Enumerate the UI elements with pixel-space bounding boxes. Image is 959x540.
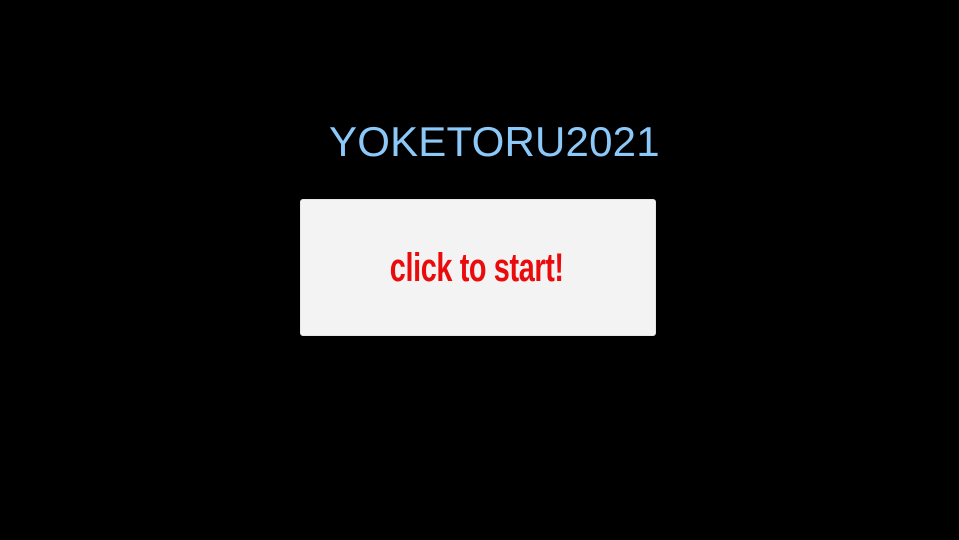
start-button[interactable]: click to start! bbox=[300, 199, 656, 336]
game-screen: YOKETORU2021 click to start! bbox=[0, 0, 959, 540]
start-button-label: click to start! bbox=[389, 245, 564, 290]
game-title: YOKETORU2021 bbox=[329, 118, 660, 165]
